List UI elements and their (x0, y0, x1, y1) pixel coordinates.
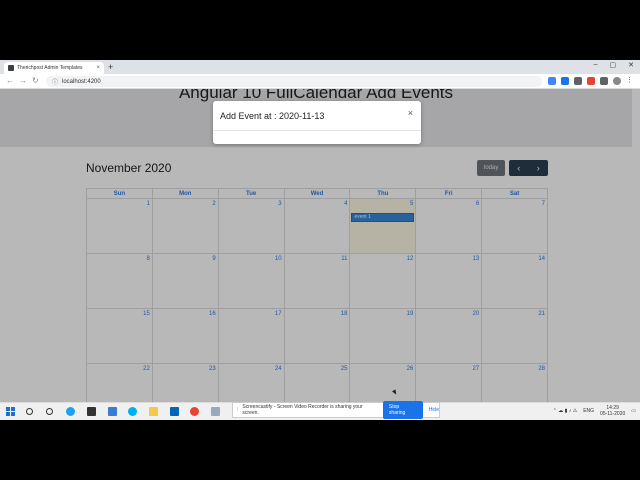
reload-button[interactable]: ↻ (32, 76, 39, 85)
tab-close-icon[interactable]: × (96, 65, 100, 71)
avatar[interactable] (613, 77, 621, 85)
new-tab-button[interactable]: + (108, 62, 113, 72)
forward-button[interactable]: → (19, 76, 27, 85)
cortana-icon[interactable] (46, 408, 53, 415)
extension-icon[interactable] (548, 77, 556, 85)
minimize-button[interactable]: – (594, 61, 598, 69)
edge-icon[interactable] (66, 407, 75, 416)
modal-divider (213, 130, 421, 131)
screen-share-bar: ⁞ Screencastify - Screen Video Recorder … (232, 401, 440, 419)
file-explorer-icon[interactable] (149, 407, 158, 416)
app-icon[interactable] (211, 407, 220, 416)
menu-icon[interactable]: ⋮ (626, 76, 634, 84)
back-button[interactable]: ← (6, 76, 14, 85)
chrome-icon[interactable] (190, 407, 199, 416)
puzzle-icon[interactable] (600, 77, 608, 85)
close-window-button[interactable]: ✕ (628, 61, 634, 69)
stop-sharing-button[interactable]: Stop sharing (382, 401, 423, 419)
windows-start-icon[interactable] (6, 407, 15, 416)
web-page: Angular 10 FullCalendar Add Events Novem… (0, 89, 640, 402)
desktop-screen: Therichpost Admin Templates × + – ▢ ✕ ← … (0, 60, 640, 420)
search-icon[interactable] (26, 408, 33, 415)
extension-icon[interactable] (574, 77, 582, 85)
drag-handle-icon[interactable]: ⁞ (237, 407, 238, 413)
add-event-modal: Add Event at : 2020-11-13 × (213, 101, 421, 144)
url-input[interactable]: ⓘ localhost:4200 (46, 76, 542, 87)
notification-icon[interactable]: ▭ (631, 408, 636, 414)
info-icon: ⓘ (52, 80, 59, 86)
vscode-icon[interactable] (170, 407, 179, 416)
extension-icon[interactable] (561, 77, 569, 85)
language-indicator[interactable]: ENG (583, 408, 594, 414)
system-tray: ⌃ ☁ ▮ ♪ ⚠ ENG 14:29 05-11-2020 ▭ (553, 405, 636, 417)
hide-button[interactable]: Hide (429, 407, 439, 413)
tray-icons[interactable]: ⌃ ☁ ▮ ♪ ⚠ (553, 408, 577, 414)
skype-icon[interactable] (128, 407, 137, 416)
share-message: Screencastify - Screen Video Recorder is… (242, 404, 363, 416)
browser-tab[interactable]: Therichpost Admin Templates × (4, 62, 104, 74)
address-bar-row: ← → ↻ ⓘ localhost:4200 ⋮ (0, 74, 640, 89)
clock[interactable]: 14:29 05-11-2020 (600, 405, 625, 417)
store-icon[interactable] (87, 407, 96, 416)
browser-tab-bar: Therichpost Admin Templates × + – ▢ ✕ (0, 60, 640, 74)
extension-icon[interactable] (587, 77, 595, 85)
modal-close-button[interactable]: × (408, 108, 413, 118)
window-controls: – ▢ ✕ (594, 61, 634, 69)
mail-icon[interactable] (108, 407, 117, 416)
maximize-button[interactable]: ▢ (610, 61, 617, 69)
modal-title: Add Event at : 2020-11-13 (220, 111, 325, 121)
url-text: localhost:4200 (62, 78, 101, 85)
angular-favicon-icon (8, 65, 14, 71)
tab-title: Therichpost Admin Templates (17, 65, 83, 71)
clock-date: 05-11-2020 (600, 411, 626, 417)
